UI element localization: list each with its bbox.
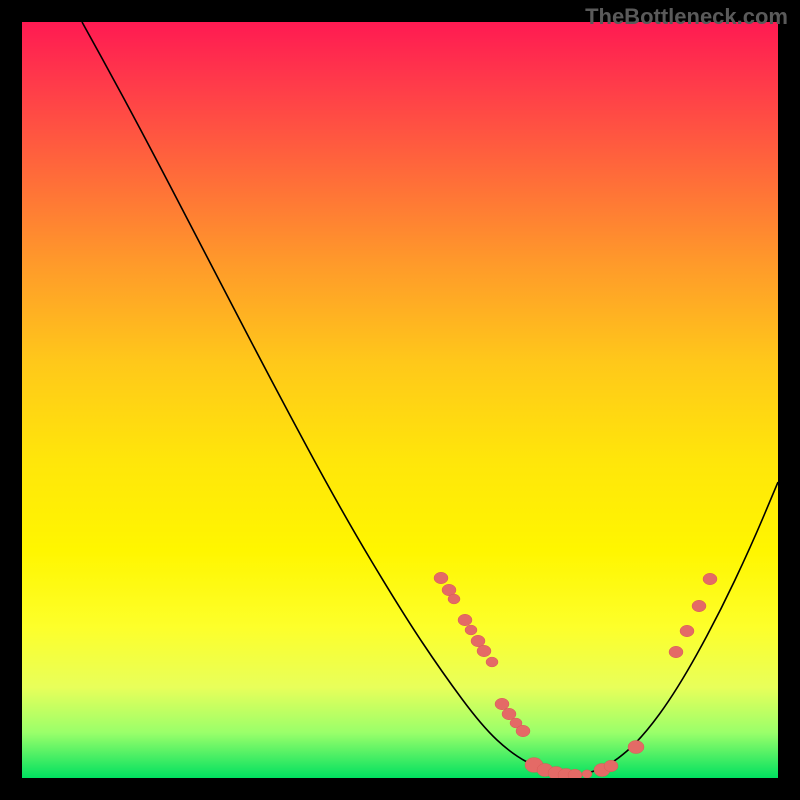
chart-svg xyxy=(22,22,778,778)
data-point xyxy=(477,645,491,656)
data-markers xyxy=(434,572,717,778)
data-point xyxy=(669,646,683,657)
data-point xyxy=(604,760,618,771)
data-point xyxy=(692,600,706,611)
bottleneck-curve xyxy=(82,22,778,775)
data-point xyxy=(458,614,472,625)
data-point xyxy=(703,573,717,584)
data-point xyxy=(434,572,448,583)
data-point xyxy=(680,625,694,636)
watermark-text: TheBottleneck.com xyxy=(585,4,788,30)
data-point xyxy=(516,725,530,736)
data-point xyxy=(465,625,477,635)
data-point xyxy=(448,594,460,604)
data-point xyxy=(486,657,498,667)
data-point xyxy=(502,708,516,719)
data-point xyxy=(582,770,592,778)
data-point xyxy=(471,635,485,646)
chart-plot-area xyxy=(22,22,778,778)
data-point xyxy=(495,698,509,709)
data-point xyxy=(628,740,644,753)
